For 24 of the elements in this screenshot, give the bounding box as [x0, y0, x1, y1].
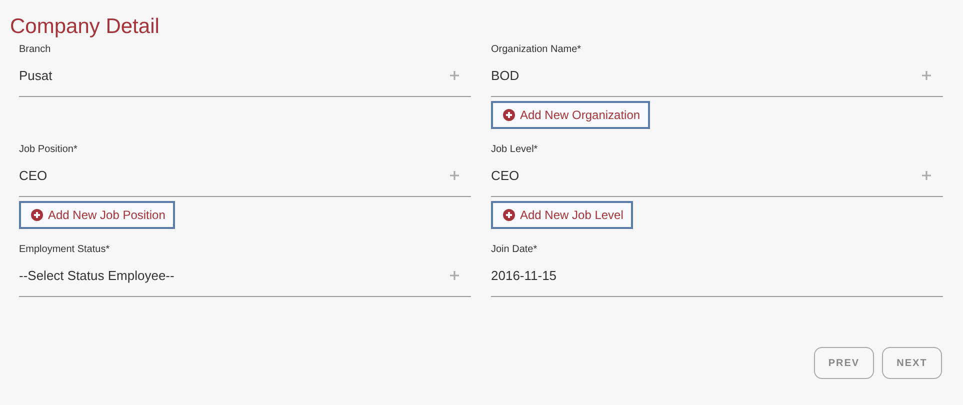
- field-label: Join Date*: [491, 243, 538, 256]
- plus-circle-icon: [503, 109, 515, 122]
- add-new-button[interactable]: Add New Job Level: [491, 201, 634, 230]
- plus-circle-icon: [31, 209, 43, 222]
- select-field[interactable]: CEO: [491, 155, 943, 198]
- page-title: Company Detail: [10, 14, 160, 40]
- plus-icon: [450, 171, 459, 180]
- select-field[interactable]: BOD: [491, 55, 943, 98]
- add-new-button[interactable]: Add New Organization: [491, 101, 650, 130]
- field-label: Employment Status*: [19, 243, 111, 256]
- plus-icon: [450, 71, 459, 80]
- field-label: Branch: [19, 43, 52, 56]
- select-field[interactable]: Pusat: [19, 55, 471, 98]
- date-field[interactable]: 2016-11-15: [491, 255, 943, 298]
- plus-icon: [450, 271, 459, 280]
- field-label: Job Level*: [491, 143, 539, 156]
- select-field[interactable]: --Select Status Employee--: [19, 255, 471, 298]
- plus-icon: [922, 71, 931, 80]
- plus-circle-icon: [503, 209, 515, 222]
- select-field[interactable]: CEO: [19, 155, 471, 198]
- field-label: Job Position*: [19, 143, 78, 156]
- add-new-button[interactable]: Add New Job Position: [19, 201, 176, 230]
- field-label: Organization Name*: [491, 43, 582, 56]
- plus-icon: [922, 171, 931, 180]
